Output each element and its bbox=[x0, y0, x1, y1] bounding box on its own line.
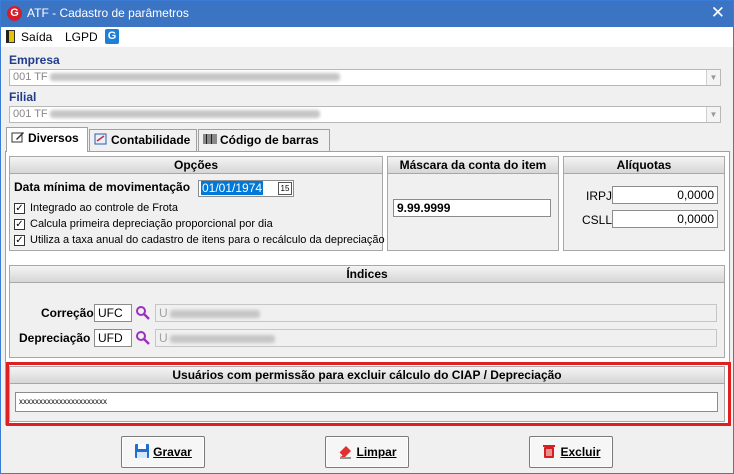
redacted-text bbox=[49, 110, 320, 119]
empresa-select[interactable]: 001 TF ▼ bbox=[9, 69, 721, 86]
redacted-text bbox=[49, 73, 340, 82]
main-window: G ATF - Cadastro de parâmetros ✕ Saída L… bbox=[0, 0, 734, 474]
redacted-text bbox=[169, 309, 260, 318]
menu-bar: Saída LGPD G bbox=[1, 27, 733, 47]
search-icon[interactable] bbox=[135, 330, 151, 346]
barcode-icon bbox=[203, 133, 217, 145]
ledger-icon bbox=[94, 133, 108, 145]
checkbox-frota-label: Integrado ao controle de Frota bbox=[30, 202, 178, 214]
filial-select[interactable]: 001 TF ▼ bbox=[9, 106, 721, 123]
csll-label: CSLL bbox=[582, 213, 613, 227]
checkbox-depreciacao-proporcional[interactable]: ✓ bbox=[14, 219, 25, 230]
checkbox-taxa-anual[interactable]: ✓ bbox=[14, 235, 25, 246]
save-icon bbox=[134, 440, 150, 458]
opcoes-group: Opções Data mínima de movimentação 01/01… bbox=[9, 156, 385, 251]
menu-item-saida[interactable]: Saída bbox=[21, 30, 52, 44]
excluir-button[interactable]: Excluir bbox=[529, 436, 613, 468]
filial-label: Filial bbox=[9, 90, 37, 104]
redacted-text bbox=[169, 334, 275, 343]
mascara-title: Máscara da conta do item bbox=[388, 157, 558, 174]
close-icon[interactable]: ✕ bbox=[711, 4, 725, 22]
mascara-group: Máscara da conta do item 9.99.9999 bbox=[387, 156, 559, 251]
aliquotas-group: Alíquotas IRPJ 0,0000 CSLL 0,0000 bbox=[563, 156, 725, 251]
window-title: ATF - Cadastro de parâmetros bbox=[27, 6, 189, 20]
tab-contabilidade[interactable]: Contabilidade bbox=[89, 129, 197, 151]
csll-input[interactable]: 0,0000 bbox=[612, 210, 718, 228]
opcoes-title: Opções bbox=[10, 157, 382, 174]
chevron-down-icon[interactable]: ▼ bbox=[706, 107, 720, 122]
tab-codigo-de-barras[interactable]: Código de barras bbox=[198, 129, 330, 151]
app-logo-icon: G bbox=[7, 6, 22, 21]
irpj-label: IRPJ bbox=[586, 189, 613, 203]
checkbox-frota[interactable]: ✓ bbox=[14, 203, 25, 214]
depreciacao-code-input[interactable]: UFD bbox=[94, 329, 132, 347]
correcao-description: U bbox=[155, 304, 717, 322]
mascara-input[interactable]: 9.99.9999 bbox=[393, 199, 551, 217]
checkbox-depreciacao-proporcional-label: Calcula primeira depreciação proporciona… bbox=[30, 218, 273, 230]
gen-logo-icon[interactable]: G bbox=[105, 29, 119, 44]
aliquotas-title: Alíquotas bbox=[564, 157, 724, 174]
correcao-label: Correção bbox=[41, 306, 94, 320]
edit-icon bbox=[11, 131, 25, 143]
depreciacao-label: Depreciação bbox=[19, 331, 91, 345]
indices-group: Índices Correção UFC U Depreciação UFD U bbox=[9, 265, 725, 358]
irpj-input[interactable]: 0,0000 bbox=[612, 186, 718, 204]
date-value: 01/01/1974 bbox=[201, 181, 264, 195]
date-field[interactable]: 01/01/1974 15 bbox=[198, 180, 294, 197]
indices-title: Índices bbox=[10, 266, 724, 283]
menu-item-lgpd[interactable]: LGPD bbox=[65, 30, 98, 44]
empresa-label: Empresa bbox=[9, 53, 60, 67]
calendar-icon[interactable]: 15 bbox=[278, 182, 292, 195]
eraser-icon bbox=[337, 440, 353, 459]
chevron-down-icon[interactable]: ▼ bbox=[706, 70, 720, 85]
checkbox-taxa-anual-label: Utiliza a taxa anual do cadastro de iten… bbox=[30, 234, 385, 246]
tab-diversos[interactable]: Diversos bbox=[6, 127, 88, 152]
correcao-code-input[interactable]: UFC bbox=[94, 304, 132, 322]
depreciacao-description: U bbox=[155, 329, 717, 347]
highlight-frame bbox=[6, 362, 731, 426]
title-bar: G ATF - Cadastro de parâmetros ✕ bbox=[1, 1, 733, 27]
trash-icon bbox=[541, 440, 557, 458]
limpar-button[interactable]: Limpar bbox=[325, 436, 409, 468]
gravar-button[interactable]: Gravar bbox=[121, 436, 205, 468]
search-icon[interactable] bbox=[135, 305, 151, 321]
exit-door-icon[interactable] bbox=[6, 30, 15, 43]
date-label: Data mínima de movimentação bbox=[14, 180, 191, 194]
